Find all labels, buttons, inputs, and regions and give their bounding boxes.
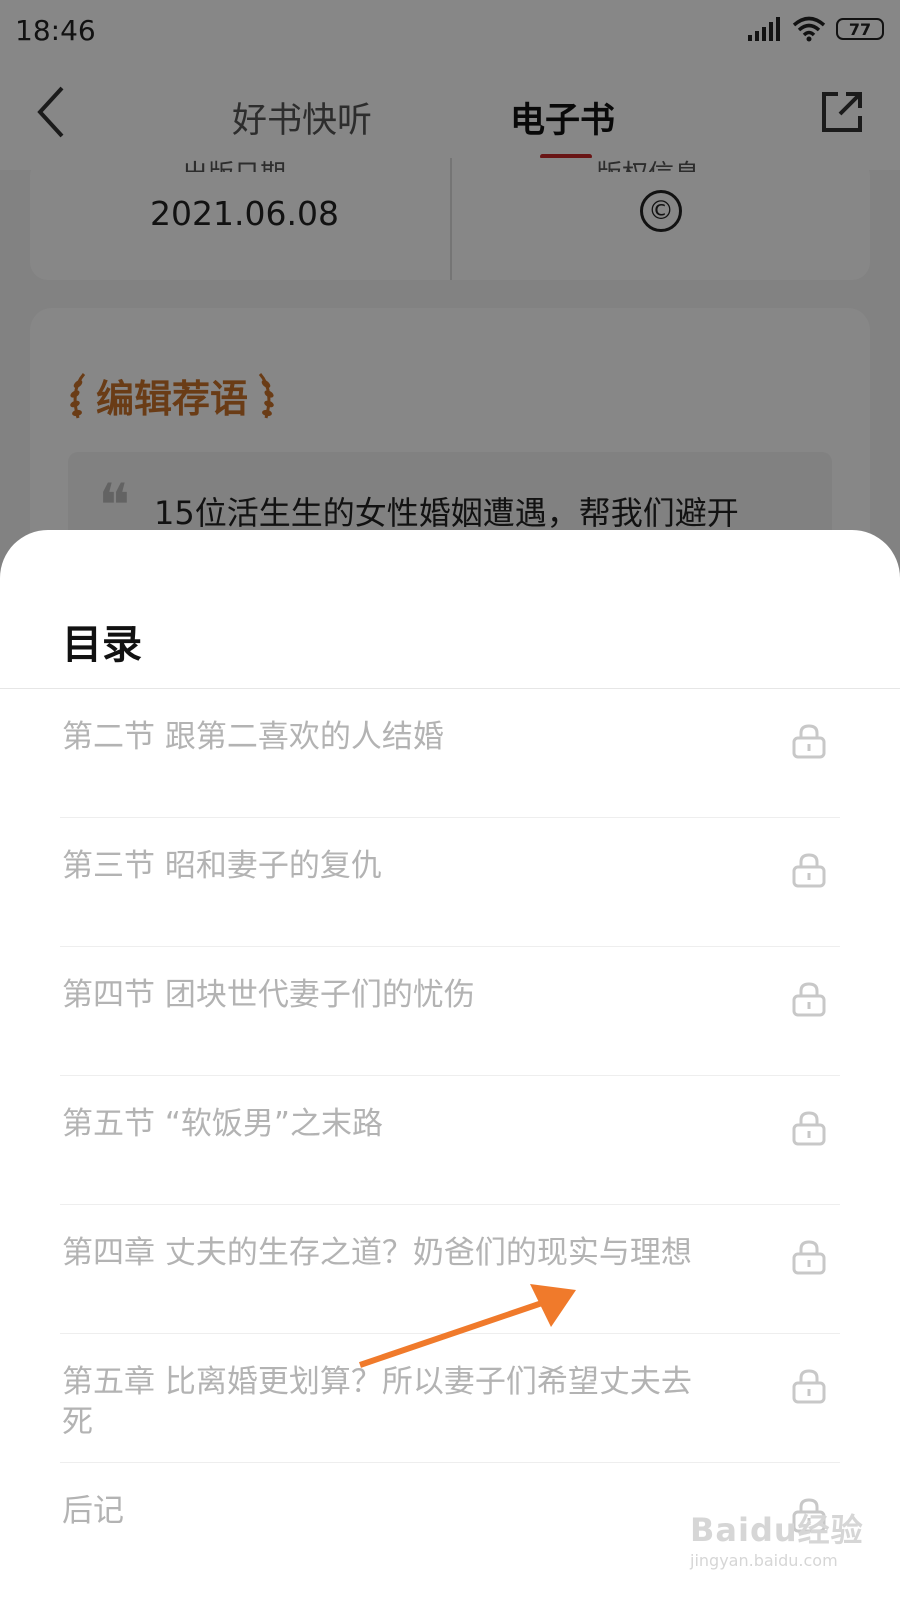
- watermark-main: Baidu经验: [690, 1511, 864, 1549]
- annotation-arrow-icon: [359, 1284, 576, 1368]
- watermark: Baidu经验 jingyan.baidu.com: [690, 1505, 864, 1570]
- watermark-sub: jingyan.baidu.com: [690, 1551, 838, 1570]
